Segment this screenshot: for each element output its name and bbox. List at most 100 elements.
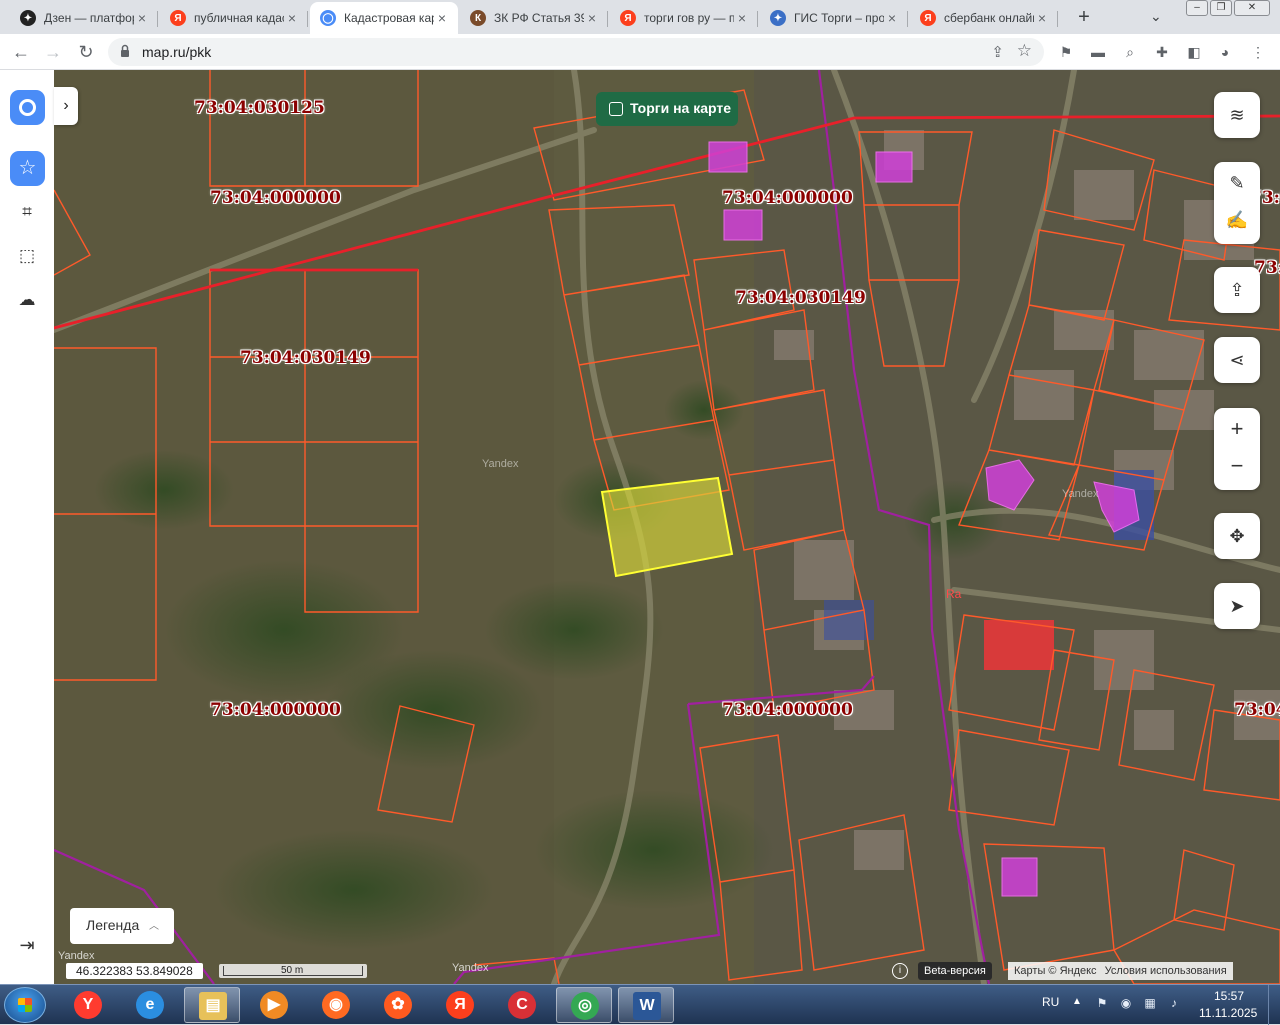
info-icon[interactable]: i <box>892 963 908 979</box>
profile-avatar-icon[interactable]: ◕ <box>1216 43 1234 61</box>
cadastral-number-label[interactable]: 73:04:000000 <box>722 700 853 720</box>
cadastral-number-label[interactable]: 73:04:000000 <box>210 700 341 720</box>
forward-icon[interactable]: → <box>41 40 65 64</box>
yandex-icon: Я <box>920 10 936 26</box>
map-attribution: Карты © Яндекс Условия использования <box>1008 962 1233 980</box>
close-tab-icon[interactable]: × <box>884 10 900 26</box>
browser-tab[interactable]: ✦ Дзен — платформа× <box>10 2 158 34</box>
cadastral-number-label[interactable]: 73:04:000000 <box>210 188 341 208</box>
back-icon[interactable]: ← <box>9 40 33 64</box>
yandex-watermark: Yandex <box>482 458 519 470</box>
taskbar-app[interactable]: W <box>618 987 674 1023</box>
browser-tab[interactable]: Япубличная кадастровая× <box>160 2 308 34</box>
layers-button[interactable]: ≋ <box>1214 92 1260 138</box>
extension-icon[interactable]: ⌕ <box>1121 43 1139 61</box>
consultant-icon: К <box>470 10 486 26</box>
browser-toolbar: ← → ↻ map.ru/pkk ⇪ ☆ ⚑ ▬ ⌕ ✚ ◧ ◕ ⋮ <box>0 34 1280 70</box>
cloud-icon[interactable]: ☁ <box>17 290 37 310</box>
maximize-button[interactable]: ❐ <box>1210 0 1232 16</box>
upload-button[interactable]: ⇪ <box>1214 267 1260 313</box>
yandex-watermark: Yandex <box>58 950 95 962</box>
close-tab-icon[interactable]: × <box>584 10 600 26</box>
zoom-in-icon[interactable]: + <box>1214 417 1260 441</box>
favorites-star-icon[interactable]: ☆ <box>10 151 45 186</box>
app-logo-icon[interactable] <box>10 90 45 125</box>
browser-tab[interactable]: ◯ Кадастровая карта× <box>310 2 458 34</box>
network-icon[interactable]: ▦ <box>1142 995 1158 1011</box>
side-panel-icon[interactable]: ◧ <box>1185 43 1203 61</box>
cadastral-number-label[interactable]: 73:04:030149 <box>735 288 866 308</box>
taskbar-app[interactable]: ◉ <box>308 987 364 1023</box>
taskbar-app[interactable]: Y <box>60 987 116 1023</box>
minimize-button[interactable]: – <box>1186 0 1208 16</box>
taskbar-app[interactable]: ▤ <box>184 987 240 1023</box>
expand-panel-chevron-icon[interactable]: › <box>54 87 78 125</box>
security-icon[interactable]: ◉ <box>1118 995 1134 1011</box>
legend-button[interactable]: Легенда ︿ <box>70 908 174 944</box>
cadastral-number-label[interactable]: 73:04:030125 <box>194 98 325 118</box>
extension-icon[interactable]: ▬ <box>1089 43 1107 61</box>
flag-icon[interactable]: ⚑ <box>1094 995 1110 1011</box>
cadastral-number-label[interactable]: 73:04 <box>1234 700 1280 720</box>
legend-label: Легенда <box>86 917 140 933</box>
login-icon[interactable]: ⇥ <box>17 935 37 955</box>
taskbar-app[interactable]: ✿ <box>370 987 426 1023</box>
map-canvas[interactable]: Ra 73:04:030125 73:04:000000 73:04:000000 7… <box>54 70 1280 984</box>
close-tab-icon[interactable]: × <box>434 10 450 26</box>
cadastral-number-label[interactable]: 73:04:000000 <box>722 188 853 208</box>
new-tab-button[interactable]: + <box>1072 6 1096 30</box>
tab-title: сбербанк онлайн <box>944 11 1034 25</box>
select-area-icon[interactable]: ⬚ <box>17 246 37 266</box>
polygon-tool-icon[interactable]: ⌗ <box>17 202 37 222</box>
language-indicator[interactable]: RU <box>1042 995 1059 1009</box>
geolocation-button[interactable]: ➤ <box>1214 583 1260 629</box>
zoom-out-icon[interactable]: − <box>1214 454 1260 478</box>
clock-time[interactable]: 15:57 <box>1214 989 1244 1003</box>
taskbar-app[interactable]: e <box>122 987 178 1023</box>
tab-separator <box>757 11 758 27</box>
beta-badge[interactable]: Beta-версия <box>918 962 992 980</box>
ruler-icon[interactable]: ✎ <box>1214 171 1260 195</box>
close-tab-icon[interactable]: × <box>1034 10 1050 26</box>
taskbar-app[interactable]: C <box>494 987 550 1023</box>
menu-kebab-icon[interactable]: ⋮ <box>1249 43 1267 61</box>
tab-title: публичная кадастровая <box>194 11 284 25</box>
bookmark-star-icon[interactable]: ☆ <box>1017 41 1032 61</box>
navigation-arrow-icon: ➤ <box>1229 596 1245 616</box>
gis-torgi-icon: ✦ <box>770 10 786 26</box>
address-bar[interactable]: map.ru/pkk ⇪ ☆ <box>108 38 1044 66</box>
pan-button[interactable]: ✥ <box>1214 513 1260 559</box>
close-window-button[interactable]: ✕ <box>1234 0 1270 16</box>
terms-link[interactable]: Условия использования <box>1105 965 1227 977</box>
file-explorer-icon: ▤ <box>199 992 227 1020</box>
taskbar-app[interactable]: Я <box>432 987 488 1023</box>
clock-date[interactable]: 11.11.2025 <box>1199 1006 1257 1020</box>
torgi-checkbox[interactable] <box>609 102 623 116</box>
cadastral-number-label[interactable]: 73:04:030149 <box>240 348 371 368</box>
extensions-puzzle-icon[interactable]: ✚ <box>1153 43 1171 61</box>
torgi-toggle[interactable]: Торги на карте <box>596 92 738 126</box>
taskbar-app[interactable]: ◎ <box>556 987 612 1023</box>
extension-icon[interactable]: ⚑ <box>1057 43 1075 61</box>
tab-search-icon[interactable]: ⌄ <box>1150 8 1162 25</box>
scale-ruler: 50 m <box>219 964 367 978</box>
show-desktop-button[interactable] <box>1268 985 1280 1025</box>
reload-icon[interactable]: ↻ <box>74 40 98 64</box>
show-hidden-icons-icon[interactable]: ▲ <box>1072 996 1082 1007</box>
edit-icon[interactable]: ✍ <box>1214 208 1260 232</box>
browser-tab[interactable]: К ЗК РФ Статья 39 × <box>460 2 608 34</box>
share-button[interactable]: ⋖ <box>1214 337 1260 383</box>
browser-tab[interactable]: Яторги гов ру — поиск× <box>610 2 758 34</box>
start-button[interactable] <box>4 987 46 1023</box>
close-tab-icon[interactable]: × <box>284 10 300 26</box>
volume-icon[interactable]: ♪ <box>1166 995 1182 1011</box>
taskbar-app[interactable]: ▶ <box>246 987 302 1023</box>
share-icon[interactable]: ⇪ <box>991 43 1004 61</box>
yandex-watermark: Yandex <box>1062 488 1099 500</box>
browser-tab[interactable]: ✦ ГИС Торги – продажа× <box>760 2 908 34</box>
close-tab-icon[interactable]: × <box>734 10 750 26</box>
browser-tab[interactable]: Ясбербанк онлайн × <box>910 2 1058 34</box>
close-tab-icon[interactable]: × <box>134 10 150 26</box>
yandex-watermark: Yandex <box>452 962 489 974</box>
tab-separator <box>907 11 908 27</box>
